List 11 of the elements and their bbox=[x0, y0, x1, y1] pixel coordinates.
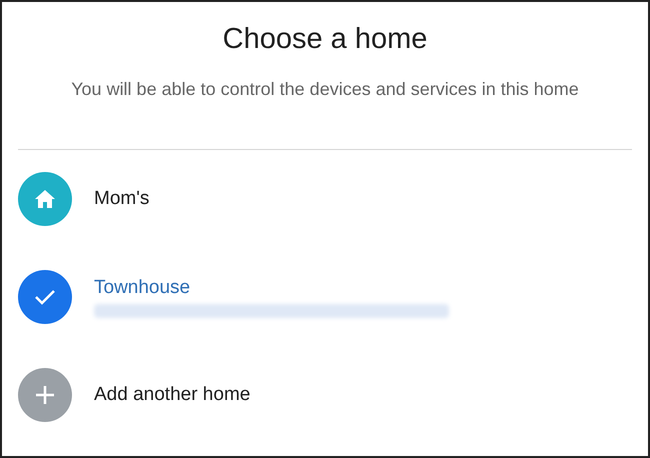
home-item[interactable]: Mom's bbox=[18, 172, 648, 226]
dialog-title: Choose a home bbox=[222, 22, 428, 57]
add-home-button[interactable]: Add another home bbox=[18, 368, 648, 422]
home-item[interactable]: Townhouse bbox=[18, 270, 648, 324]
home-name: Mom's bbox=[94, 187, 150, 211]
house-icon bbox=[35, 190, 55, 208]
home-name: Townhouse bbox=[94, 276, 192, 300]
add-home-label: Add another home bbox=[94, 383, 250, 407]
dialog-subtitle: You will be able to control the devices and services in this home bbox=[71, 78, 579, 101]
check-icon bbox=[34, 289, 56, 305]
plus-icon bbox=[35, 385, 55, 405]
